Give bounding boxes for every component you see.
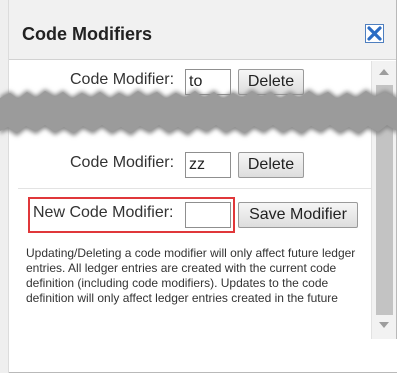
scroll-up-arrow-icon[interactable] <box>379 69 389 75</box>
save-modifier-button[interactable]: Save Modifier <box>238 202 358 228</box>
close-button[interactable] <box>365 24 384 43</box>
close-x-icon <box>367 26 382 41</box>
delete-modifier-button[interactable]: Delete <box>238 152 304 178</box>
code-modifiers-dialog: Code Modifiers Code Modifier: Delete Cod… <box>9 0 397 372</box>
torn-edge-overlay <box>0 89 397 136</box>
highlight-box <box>28 197 235 233</box>
modifier-input[interactable] <box>185 152 231 178</box>
dialog-footer <box>18 339 397 372</box>
modifier-label: Code Modifier: <box>70 154 175 171</box>
section-divider <box>18 188 371 189</box>
dialog-title: Code Modifiers <box>22 24 153 44</box>
info-text: Updating/Deleting a code modifier will o… <box>26 246 356 305</box>
background-page-strip <box>0 0 9 373</box>
dialog-titlebar: Code Modifiers <box>9 0 396 60</box>
scroll-down-arrow-icon[interactable] <box>379 322 389 328</box>
